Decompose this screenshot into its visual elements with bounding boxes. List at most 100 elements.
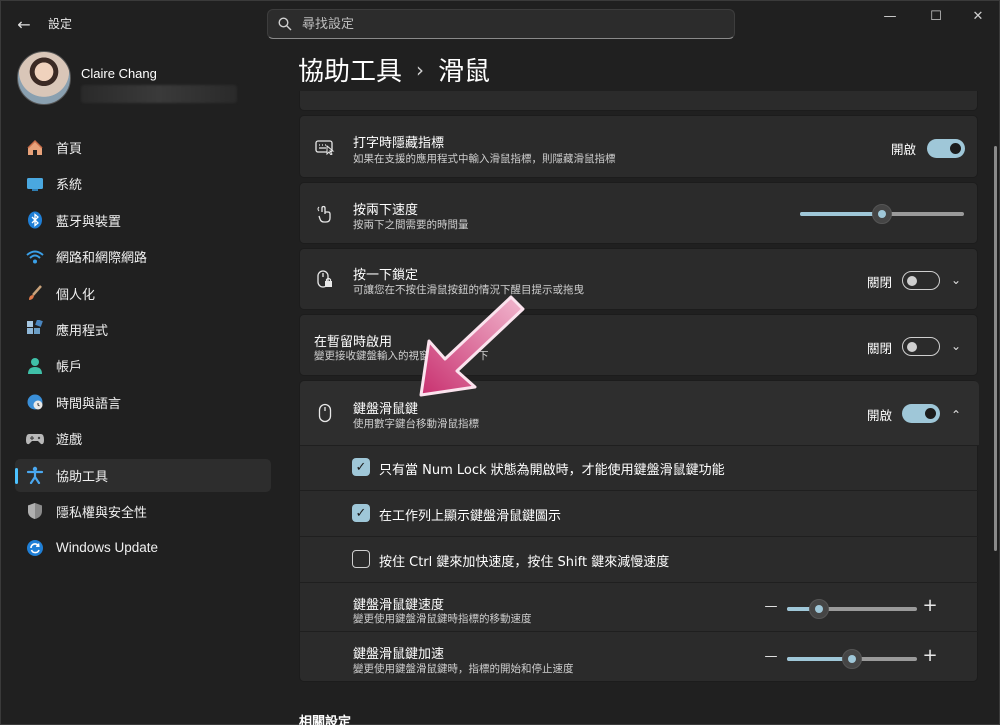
mouse-lock-icon (314, 269, 336, 291)
brush-icon (25, 283, 45, 303)
setting-description: 變更使用鍵盤滑鼠鍵時，指標的開始和停止速度 (353, 663, 574, 675)
user-email-blurred (81, 85, 237, 103)
sidebar-item-apps[interactable]: 應用程式 (15, 313, 271, 346)
breadcrumb-parent[interactable]: 協助工具 (298, 51, 402, 88)
mouse-double-click-icon (314, 203, 336, 225)
taskbar-icon-checkbox-label[interactable]: 在工作列上顯示鍵盤滑鼠鍵圖示 (379, 505, 561, 524)
toggle-state-label: 開啟 (890, 142, 916, 157)
chevron-down-icon[interactable]: ⌄ (946, 270, 966, 290)
numlock-checkbox-label[interactable]: 只有當 Num Lock 狀態為開啟時，才能使用鍵盤滑鼠鍵功能 (379, 459, 725, 478)
mouse-keys-header[interactable]: 鍵盤滑鼠鍵 使用數字鍵台移動滑鼠指標 開啟 ⌃ (300, 381, 979, 445)
chevron-up-icon[interactable]: ⌃ (946, 405, 966, 425)
hide-pointer-toggle[interactable] (927, 139, 965, 158)
sidebar-item-time-language[interactable]: 時間與語言 (15, 386, 271, 419)
settings-window: ← 設定 — ☐ ✕ Claire Chang 首頁 系統 (0, 0, 1000, 725)
toggle-state-label: 開啟 (866, 408, 892, 423)
keyboard-pointer-icon (314, 136, 336, 158)
decrease-acceleration-button[interactable]: — (763, 649, 779, 664)
sidebar-item-network[interactable]: 網路和網際網路 (15, 240, 271, 273)
clock-globe-icon (25, 392, 45, 412)
setting-double-click-speed: 按兩下速度 按兩下之間需要的時間量 (299, 182, 978, 244)
divider (300, 631, 979, 632)
page-title: 滑鼠 (438, 57, 491, 87)
divider (300, 536, 979, 537)
sidebar-item-accounts[interactable]: 帳戶 (15, 349, 271, 382)
apps-icon (25, 319, 45, 339)
account-icon (25, 356, 45, 376)
title-bar: ← 設定 — ☐ ✕ (1, 1, 1000, 45)
search-icon (268, 17, 302, 31)
increase-speed-button[interactable]: + (922, 595, 938, 616)
increase-acceleration-button[interactable]: + (922, 645, 938, 666)
sidebar-item-privacy-security[interactable]: 隱私權與安全性 (15, 495, 271, 528)
sidebar-item-label: 應用程式 (56, 323, 109, 339)
numlock-checkbox[interactable]: ✓ (352, 458, 370, 476)
minimize-button[interactable]: — (867, 1, 913, 31)
close-icon: ✕ (972, 8, 984, 24)
setting-title: 按一下鎖定 (353, 268, 419, 283)
mouse-icon (314, 402, 336, 424)
related-settings-heading: 相關設定 (299, 715, 352, 725)
accessibility-icon (25, 465, 45, 485)
acceleration-slider-thumb[interactable] (842, 649, 862, 669)
sidebar-item-label: 網路和網際網路 (56, 251, 148, 267)
divider (300, 582, 979, 583)
home-icon (25, 138, 45, 158)
sidebar-item-accessibility[interactable]: 協助工具 (15, 458, 271, 492)
sidebar-item-label: 首頁 (56, 142, 83, 157)
setting-mouse-keys: 鍵盤滑鼠鍵 使用數字鍵台移動滑鼠指標 開啟 ⌃ ✓ 只有當 Num Lock 狀… (299, 380, 979, 682)
shield-icon (25, 501, 45, 521)
sidebar-item-label: 藍牙與裝置 (56, 214, 122, 230)
close-button[interactable]: ✕ (955, 1, 1000, 31)
speed-slider-thumb[interactable] (809, 599, 829, 619)
taskbar-icon-checkbox[interactable]: ✓ (352, 504, 370, 522)
sidebar-item-label: Windows Update (56, 540, 159, 556)
sidebar-item-home[interactable]: 首頁 (15, 131, 271, 164)
setting-click-lock[interactable]: 按一下鎖定 可讓您在不按住滑鼠按鈕的情況下醒目提示或拖曳 關閉 ⌄ (299, 248, 978, 310)
chevron-right-icon: › (416, 57, 425, 82)
annotation-arrow-icon (419, 295, 525, 397)
slider-thumb[interactable] (872, 204, 892, 224)
sidebar-item-label: 帳戶 (56, 360, 83, 376)
search-input[interactable] (302, 16, 702, 32)
sidebar-item-personalization[interactable]: 個人化 (15, 277, 271, 310)
ctrl-shift-checkbox-label[interactable]: 按住 Ctrl 鍵來加快速度，按住 Shift 鍵來減慢速度 (379, 551, 669, 570)
setting-hide-pointer-while-typing[interactable]: 打字時隱藏指標 如果在支援的應用程式中輸入滑鼠指標，則隱藏滑鼠指標 開啟 (299, 115, 978, 178)
divider (300, 490, 979, 491)
back-button[interactable]: ← (11, 11, 37, 37)
click-lock-toggle[interactable] (902, 271, 940, 290)
sidebar-item-label: 系統 (56, 178, 83, 194)
divider (300, 445, 979, 446)
setting-activate-on-hover[interactable]: 在暫留時啟用 變更接收鍵盤輸入的視窗 下 關閉 ⌄ (299, 314, 978, 376)
maximize-button[interactable]: ☐ (913, 1, 959, 31)
decrease-speed-button[interactable]: — (763, 599, 779, 614)
sidebar-item-label: 協助工具 (56, 469, 109, 485)
sidebar-item-label: 時間與語言 (56, 396, 122, 412)
setting-title: 鍵盤滑鼠鍵 (353, 402, 419, 417)
mouse-keys-toggle[interactable] (902, 404, 940, 423)
update-icon (25, 538, 45, 558)
minimize-icon: — (883, 8, 897, 24)
hover-activate-toggle[interactable] (902, 337, 940, 356)
sidebar-item-bluetooth[interactable]: 藍牙與裝置 (15, 204, 271, 237)
avatar[interactable] (17, 51, 71, 105)
search-box[interactable] (267, 9, 735, 39)
bluetooth-icon (25, 210, 45, 230)
slider-fill (800, 212, 882, 216)
sidebar-item-label: 隱私權與安全性 (56, 505, 148, 521)
sidebar-item-system[interactable]: 系統 (15, 167, 271, 200)
sidebar-nav: 首頁 系統 藍牙與裝置 網路和網際網路 個人化 應用程式 帳戶 時間與語言 遊戲… (15, 131, 271, 568)
ctrl-shift-checkbox[interactable] (352, 550, 370, 568)
setting-title: 鍵盤滑鼠鍵加速 (353, 647, 445, 662)
scrollbar[interactable] (994, 146, 997, 551)
wifi-icon (25, 247, 45, 267)
previous-card-partial (299, 91, 978, 111)
sidebar-item-gaming[interactable]: 遊戲 (15, 422, 271, 455)
sidebar-item-windows-update[interactable]: Windows Update (15, 531, 271, 564)
toggle-state-label: 關閉 (866, 341, 892, 356)
sidebar-item-label: 遊戲 (56, 433, 83, 449)
breadcrumb: 協助工具 › 滑鼠 (298, 51, 490, 88)
sidebar-item-label: 個人化 (56, 287, 96, 303)
chevron-down-icon[interactable]: ⌄ (946, 336, 966, 356)
maximize-icon: ☐ (930, 8, 942, 24)
